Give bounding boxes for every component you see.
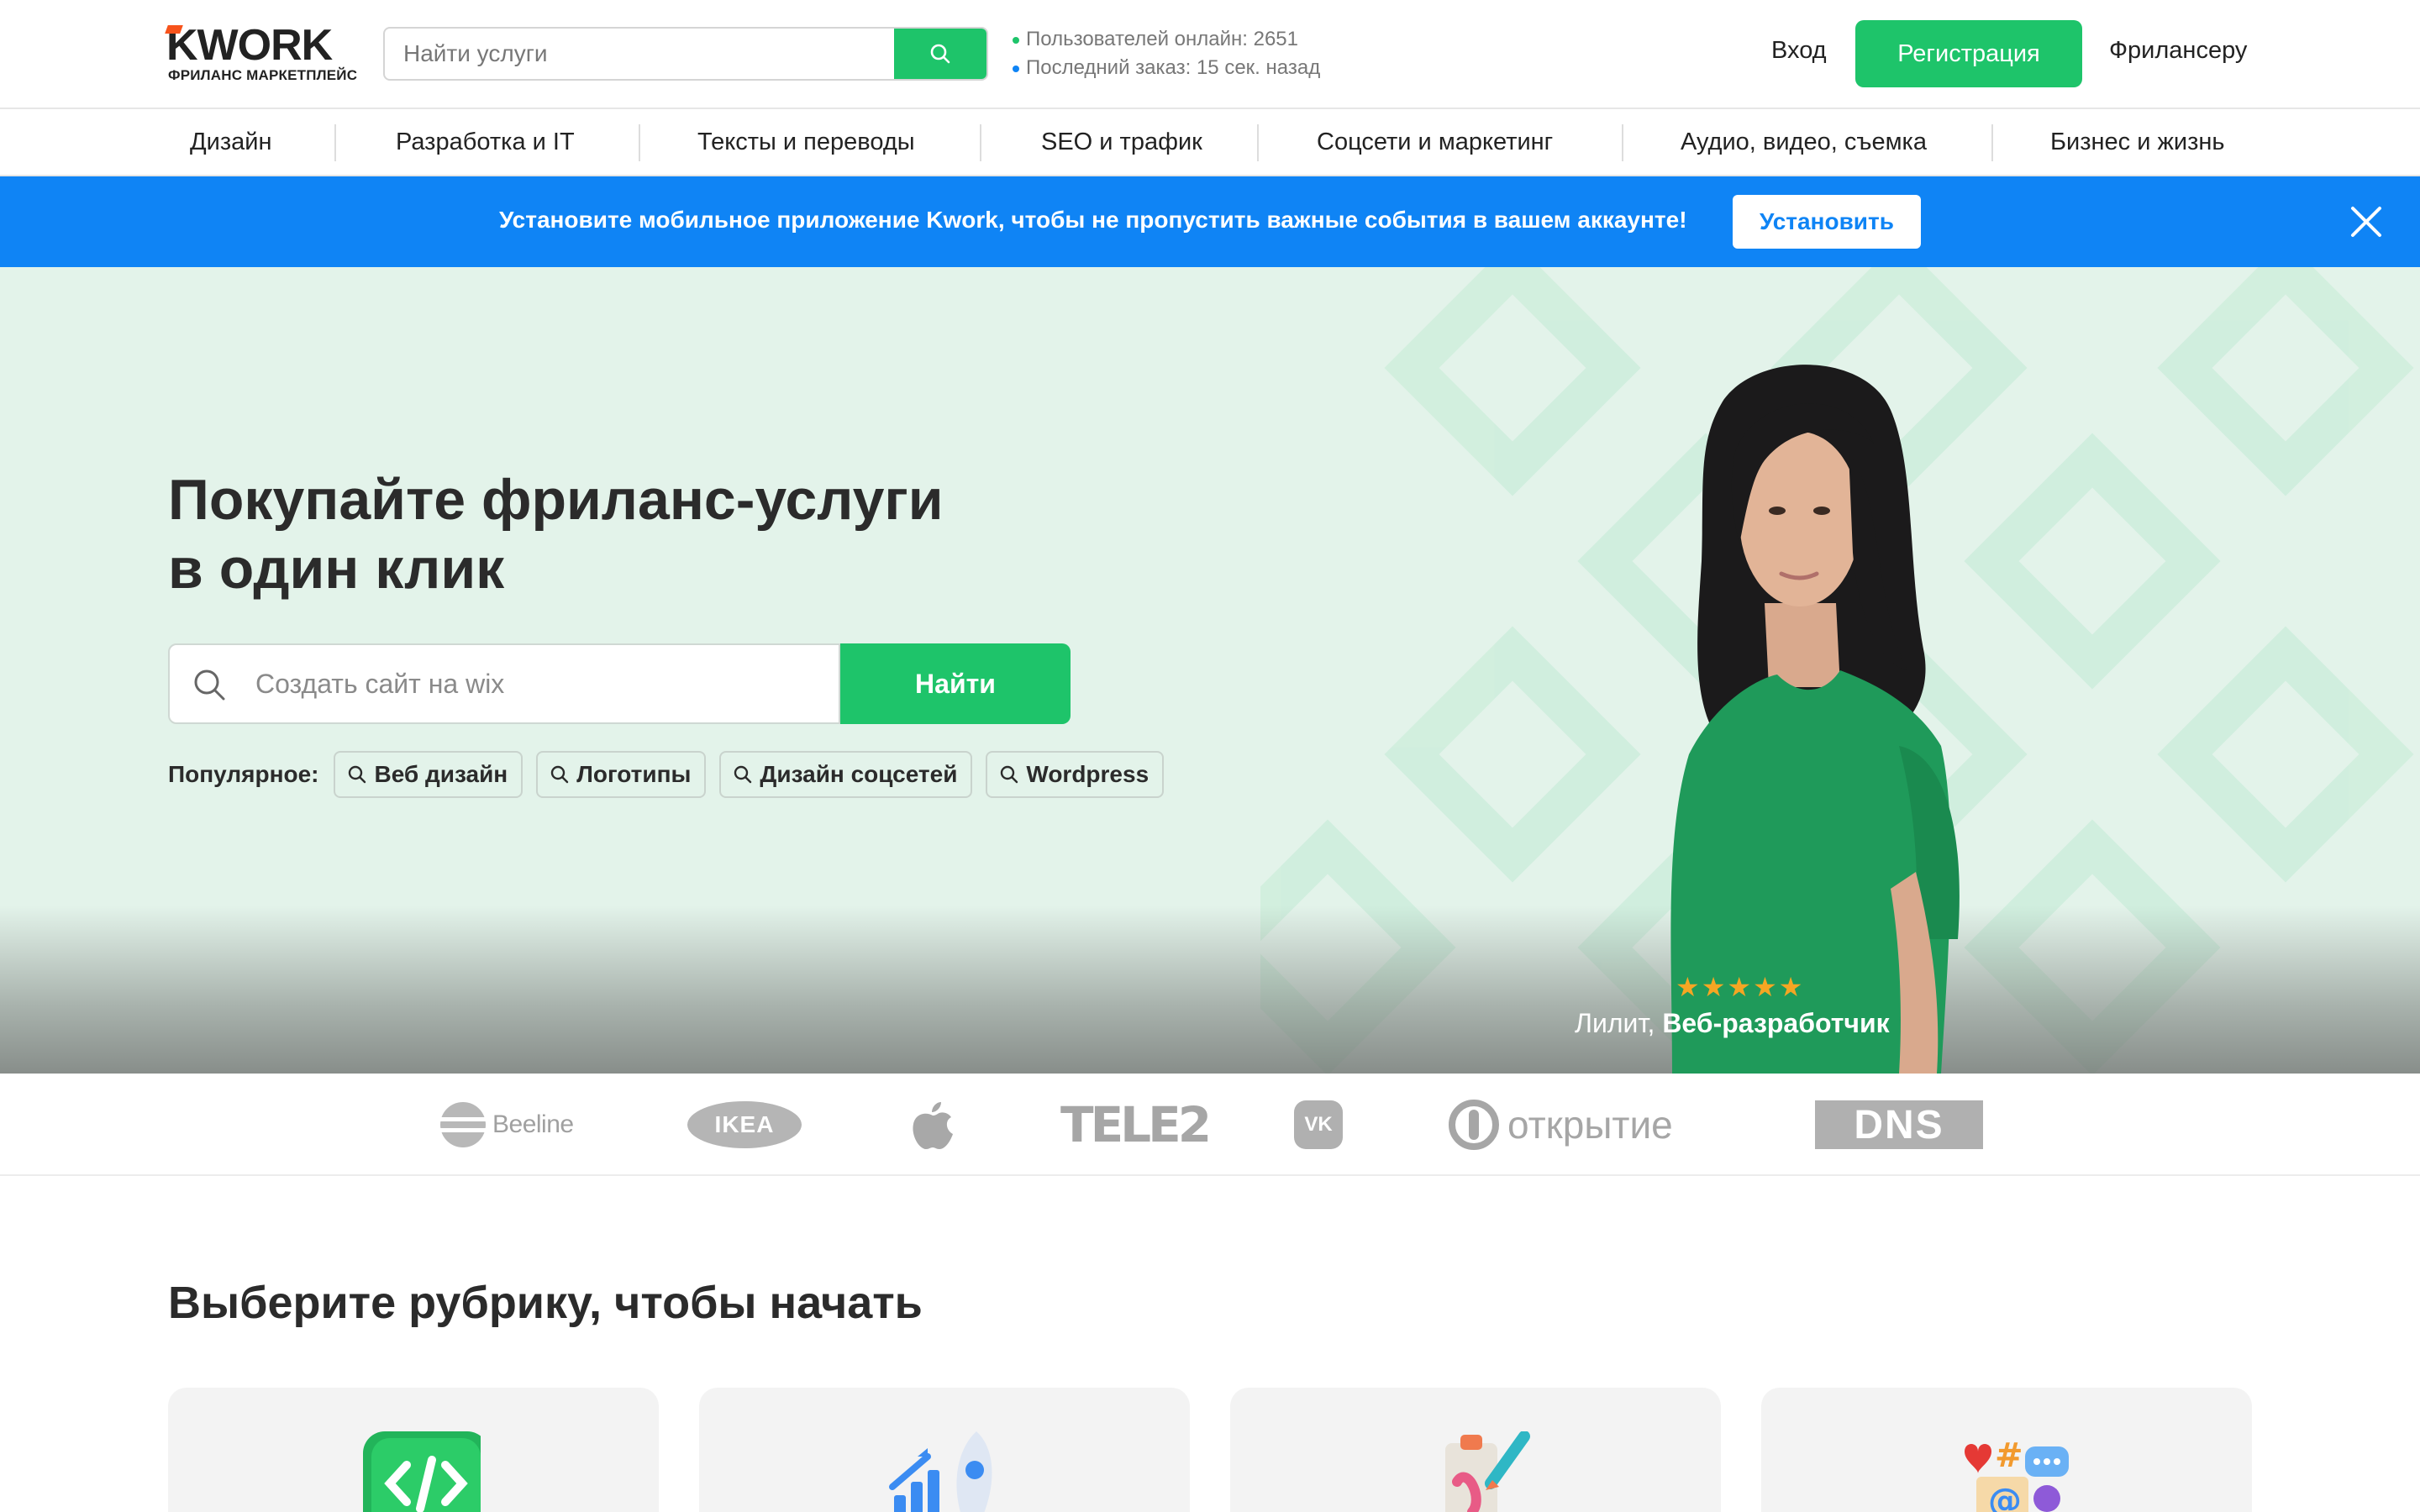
popular-label: Популярное: bbox=[168, 761, 319, 787]
app-install-banner: Установите мобильное приложение Kwork, ч… bbox=[0, 176, 2420, 267]
header-search-button[interactable] bbox=[894, 29, 986, 79]
popular-chip[interactable]: Веб дизайн bbox=[334, 751, 523, 798]
apple-icon bbox=[913, 1102, 953, 1149]
category-texts[interactable]: Тексты и переводы bbox=[697, 109, 915, 175]
install-button[interactable]: Установить bbox=[1733, 195, 1921, 249]
freelancer-photo bbox=[1670, 365, 1960, 1074]
search-icon bbox=[551, 765, 569, 784]
rating-stars: ★★★★★ bbox=[1676, 972, 1805, 1002]
logo-accent-mark bbox=[165, 25, 183, 34]
online-dot-icon bbox=[1013, 36, 1019, 44]
category-divider bbox=[1622, 124, 1623, 161]
category-divider bbox=[1991, 124, 1993, 161]
hero-search-button[interactable]: Найти bbox=[840, 643, 1071, 724]
category-design[interactable]: Дизайн bbox=[190, 109, 271, 175]
kwork-logo[interactable]: KWORK ФРИЛАНС МАРКЕТПЛЕЙС bbox=[165, 21, 358, 86]
brand-dns-logo: DNS bbox=[1815, 1074, 1983, 1176]
popular-chip[interactable]: Логотипы bbox=[536, 751, 707, 798]
otkritie-icon bbox=[1449, 1100, 1499, 1150]
brand-apple-logo bbox=[909, 1074, 956, 1176]
brand-beeline-logo: Beeline bbox=[439, 1074, 574, 1176]
search-icon bbox=[734, 765, 752, 784]
category-development[interactable]: Разработка и IT bbox=[396, 109, 575, 175]
client-brands: Beeline IKEA TELE2 VK открытие DNS bbox=[0, 1074, 2420, 1176]
header-search bbox=[383, 27, 988, 81]
register-button[interactable]: Регистрация bbox=[1855, 20, 2082, 87]
category-nav: Дизайн Разработка и IT Тексты и переводы… bbox=[0, 109, 2420, 176]
rubric-card-development[interactable] bbox=[168, 1388, 659, 1512]
stats-online-row: Пользователей онлайн: 2651 bbox=[1013, 25, 1320, 54]
category-divider bbox=[334, 124, 336, 161]
section-title: Выберите рубрику, чтобы начать bbox=[168, 1278, 923, 1328]
header-search-input[interactable] bbox=[385, 29, 894, 79]
popular-chip[interactable]: Wordpress bbox=[986, 751, 1165, 798]
hero-title-line2: в один клик bbox=[168, 537, 505, 601]
search-icon bbox=[349, 765, 366, 784]
freelancer-name: Лилит, bbox=[1575, 1008, 1655, 1038]
code-icon bbox=[363, 1431, 481, 1512]
logo-subtitle: ФРИЛАНС МАРКЕТПЛЕЙС bbox=[168, 67, 358, 83]
stats-last-order: Последний заказ: 15 сек. назад bbox=[1026, 56, 1321, 79]
hero-search-field bbox=[168, 643, 840, 724]
logo-wordmark: KWORK bbox=[166, 21, 333, 70]
brand-ikea-logo: IKEA bbox=[687, 1074, 802, 1176]
category-divider bbox=[639, 124, 640, 161]
rubric-card-social[interactable]: # @ bbox=[1761, 1388, 2252, 1512]
svg-text:@: @ bbox=[1988, 1482, 2022, 1512]
hero-title: Покупайте фриланс-услуги в один клик bbox=[168, 465, 944, 603]
freelancer-role: Веб-разработчик bbox=[1662, 1008, 1890, 1038]
category-audio-video[interactable]: Аудио, видео, съемка bbox=[1681, 109, 1927, 175]
order-dot-icon bbox=[1013, 65, 1019, 72]
beeline-icon bbox=[440, 1102, 486, 1147]
login-link[interactable]: Вход bbox=[1771, 37, 1827, 65]
search-icon bbox=[194, 669, 225, 701]
category-seo[interactable]: SEO и трафик bbox=[1041, 109, 1202, 175]
popular-chip-label: Дизайн соцсетей bbox=[760, 761, 958, 787]
brand-name: VK bbox=[1304, 1113, 1333, 1136]
svg-text:#: # bbox=[1995, 1436, 2023, 1475]
rubric-card-seo[interactable] bbox=[699, 1388, 1190, 1512]
hero-search: Найти bbox=[168, 643, 1071, 724]
site-header: KWORK ФРИЛАНС МАРКЕТПЛЕЙС Пользователей … bbox=[0, 0, 2420, 109]
hero-search-input[interactable] bbox=[255, 645, 827, 722]
freelancer-link[interactable]: Фрилансеру bbox=[2109, 37, 2247, 65]
category-divider bbox=[980, 124, 981, 161]
banner-text: Установите мобильное приложение Kwork, ч… bbox=[499, 207, 1687, 233]
popular-chip[interactable]: Дизайн соцсетей bbox=[719, 751, 973, 798]
brand-vk-logo: VK bbox=[1294, 1074, 1343, 1176]
rubric-card-design[interactable] bbox=[1230, 1388, 1721, 1512]
site-stats: Пользователей онлайн: 2651 Последний зак… bbox=[1013, 25, 1320, 82]
brand-name: открытие bbox=[1507, 1103, 1673, 1147]
stats-last-order-row: Последний заказ: 15 сек. назад bbox=[1013, 54, 1320, 82]
brand-name: IKEA bbox=[714, 1111, 775, 1137]
hero-section: Покупайте фриланс-услуги в один клик Най… bbox=[0, 267, 2420, 1074]
brand-name: Beeline bbox=[492, 1110, 574, 1138]
popular-chip-label: Веб дизайн bbox=[374, 761, 508, 787]
popular-searches: Популярное: Веб дизайн Логотипы Дизайн с… bbox=[168, 751, 1177, 798]
search-icon bbox=[1001, 765, 1018, 784]
category-social[interactable]: Соцсети и маркетинг bbox=[1317, 109, 1553, 175]
popular-chip-label: Логотипы bbox=[576, 761, 692, 787]
category-divider bbox=[1257, 124, 1259, 161]
category-business[interactable]: Бизнес и жизнь bbox=[2050, 109, 2225, 175]
freelancer-caption: Лилит, Веб-разработчик bbox=[1575, 1008, 1890, 1039]
social-icons-icon: # @ bbox=[1965, 1436, 2069, 1512]
hero-bottom-fade bbox=[0, 906, 2420, 1074]
stats-online: Пользователей онлайн: 2651 bbox=[1026, 28, 1298, 50]
design-brush-icon bbox=[1445, 1431, 1530, 1512]
brand-name: DNS bbox=[1854, 1102, 1944, 1147]
search-icon bbox=[930, 44, 950, 64]
close-icon[interactable] bbox=[2349, 205, 2383, 239]
brand-otkritie-logo: открытие bbox=[1449, 1074, 1673, 1176]
brand-tele2-logo: TELE2 bbox=[1060, 1074, 1212, 1176]
hero-title-line1: Покупайте фриланс-услуги bbox=[168, 468, 944, 532]
rocket-chart-icon bbox=[889, 1431, 992, 1512]
popular-chip-label: Wordpress bbox=[1026, 761, 1150, 787]
brand-name: TELE2 bbox=[1060, 1096, 1212, 1153]
